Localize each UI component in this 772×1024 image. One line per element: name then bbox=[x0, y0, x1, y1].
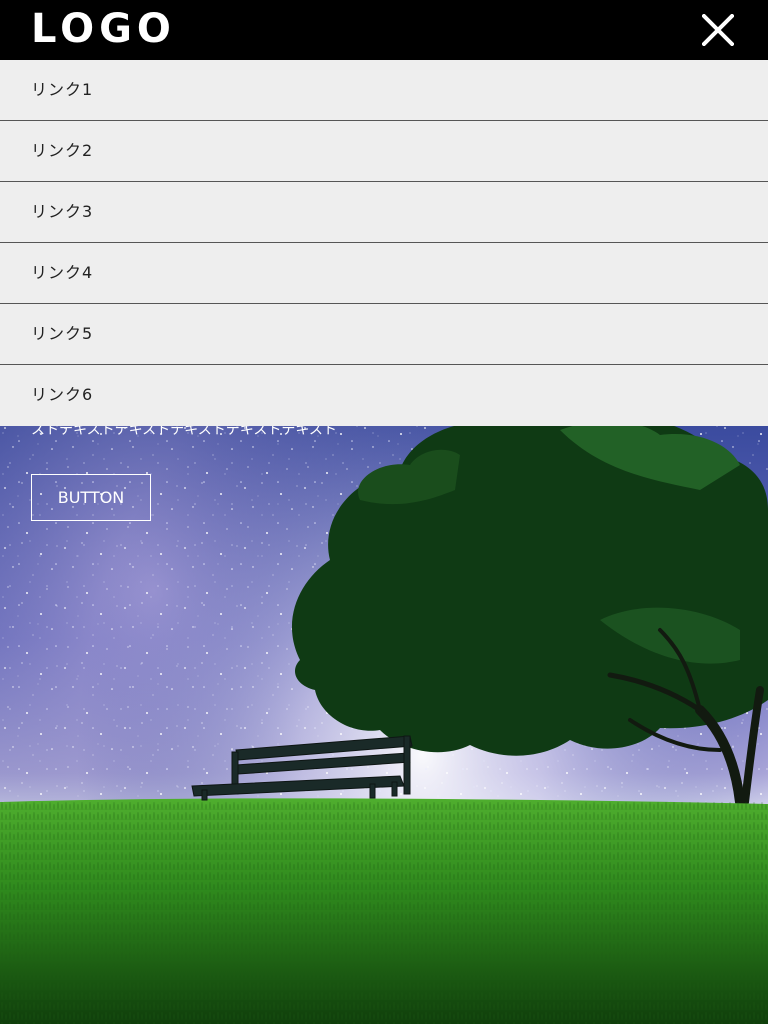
nav-item-link6[interactable]: リンク6 bbox=[0, 365, 768, 426]
nav-item-link5[interactable]: リンク5 bbox=[0, 304, 768, 365]
nav-item-link1[interactable]: リンク1 bbox=[0, 60, 768, 121]
nav-item-link3[interactable]: リンク3 bbox=[0, 182, 768, 243]
nav-item-label: リンク6 bbox=[31, 385, 94, 404]
nav-item-label: リンク2 bbox=[31, 141, 94, 160]
nav-item-label: リンク5 bbox=[31, 324, 94, 343]
close-icon bbox=[702, 14, 734, 46]
nav-item-link4[interactable]: リンク4 bbox=[0, 243, 768, 304]
page: ストテキストテキストテキストテキストテキスト BUTTON LOGO リンク1 … bbox=[0, 0, 772, 1024]
header: LOGO bbox=[0, 0, 768, 60]
nav-item-label: リンク1 bbox=[31, 80, 94, 99]
nav-item-label: リンク4 bbox=[31, 263, 94, 282]
hero-button[interactable]: BUTTON bbox=[31, 474, 151, 521]
logo[interactable]: LOGO bbox=[31, 6, 176, 52]
nav-item-link2[interactable]: リンク2 bbox=[0, 121, 768, 182]
nav-item-label: リンク3 bbox=[31, 202, 94, 221]
nav-menu: リンク1 リンク2 リンク3 リンク4 リンク5 リンク6 bbox=[0, 60, 768, 426]
close-menu-button[interactable] bbox=[702, 14, 734, 46]
right-edge bbox=[768, 0, 772, 1024]
